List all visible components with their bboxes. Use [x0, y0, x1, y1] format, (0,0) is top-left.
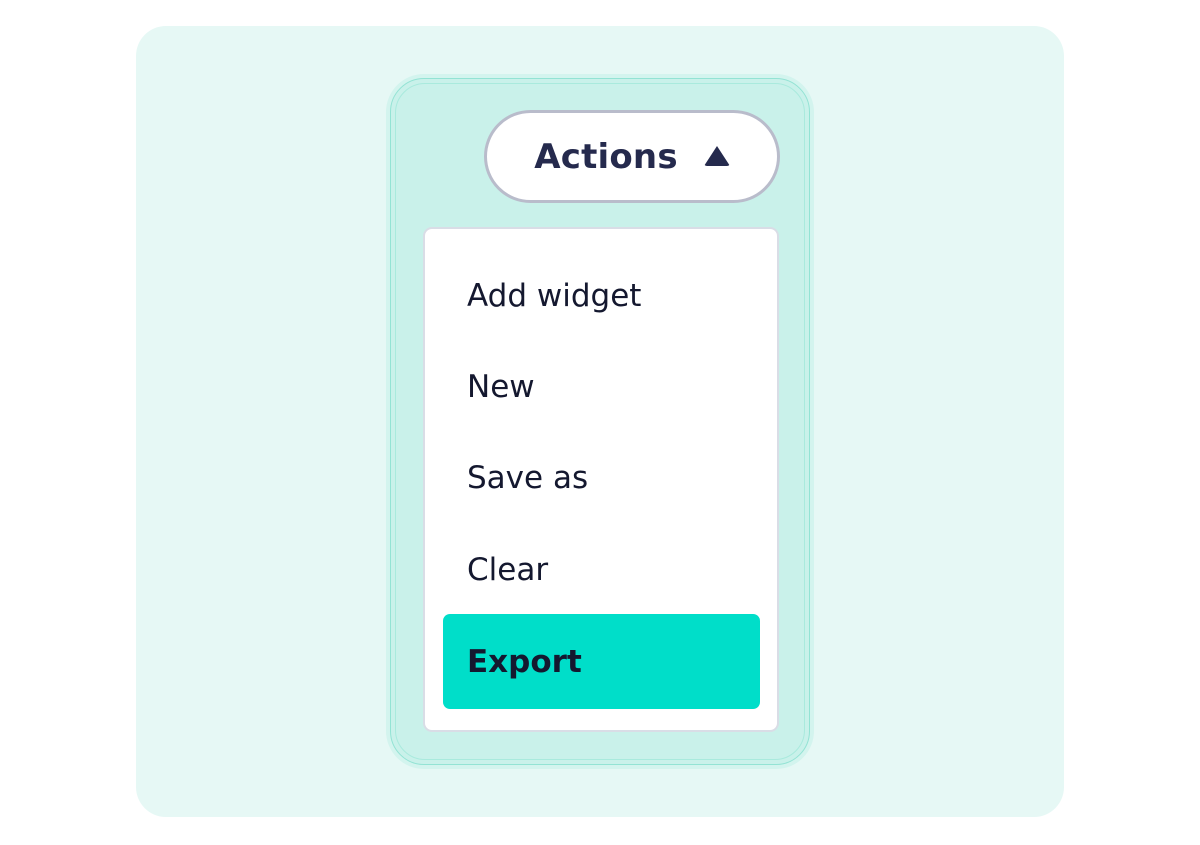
triangle-up-icon	[703, 145, 730, 166]
menu-item-save-as[interactable]: Save as	[443, 432, 760, 524]
menu-item-export[interactable]: Export	[443, 614, 760, 709]
menu-item-add-widget[interactable]: Add widget	[443, 250, 760, 342]
actions-button[interactable]: Actions	[484, 110, 780, 203]
actions-button-label: Actions	[534, 136, 678, 177]
menu-item-clear[interactable]: Clear	[443, 524, 760, 616]
menu-item-new[interactable]: New	[443, 341, 760, 433]
